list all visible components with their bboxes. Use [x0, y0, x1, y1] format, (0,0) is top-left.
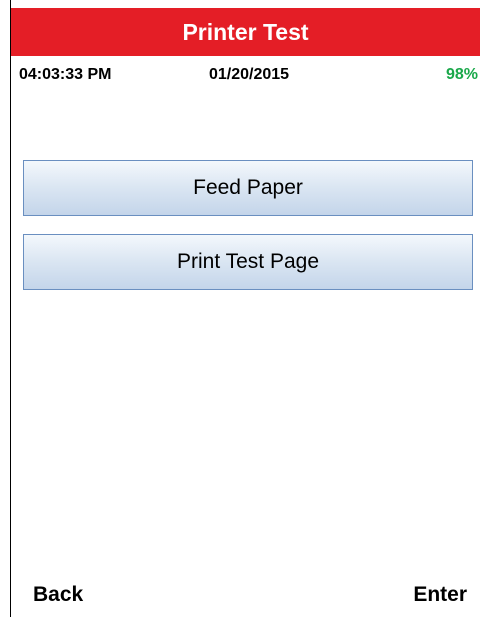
status-time: 04:03:33 PM — [19, 66, 112, 83]
status-bar: 04:03:33 PM 01/20/2015 98% — [11, 56, 480, 92]
enter-softkey[interactable]: Enter — [413, 583, 467, 607]
title-bar: Printer Test — [11, 8, 480, 56]
status-date: 01/20/2015 — [209, 66, 290, 83]
print-test-page-button[interactable]: Print Test Page — [23, 234, 473, 290]
feed-paper-button[interactable]: Feed Paper — [23, 160, 473, 216]
print-test-page-label: Print Test Page — [176, 250, 320, 273]
screen-left-border — [10, 0, 11, 617]
feed-paper-label: Feed Paper — [193, 176, 303, 199]
page-title: Printer Test — [182, 18, 309, 45]
back-softkey[interactable]: Back — [33, 583, 83, 607]
battery-level: 98% — [445, 66, 478, 83]
device-screen: Printer Test 04:03:33 PM 01/20/2015 98% … — [0, 0, 480, 617]
